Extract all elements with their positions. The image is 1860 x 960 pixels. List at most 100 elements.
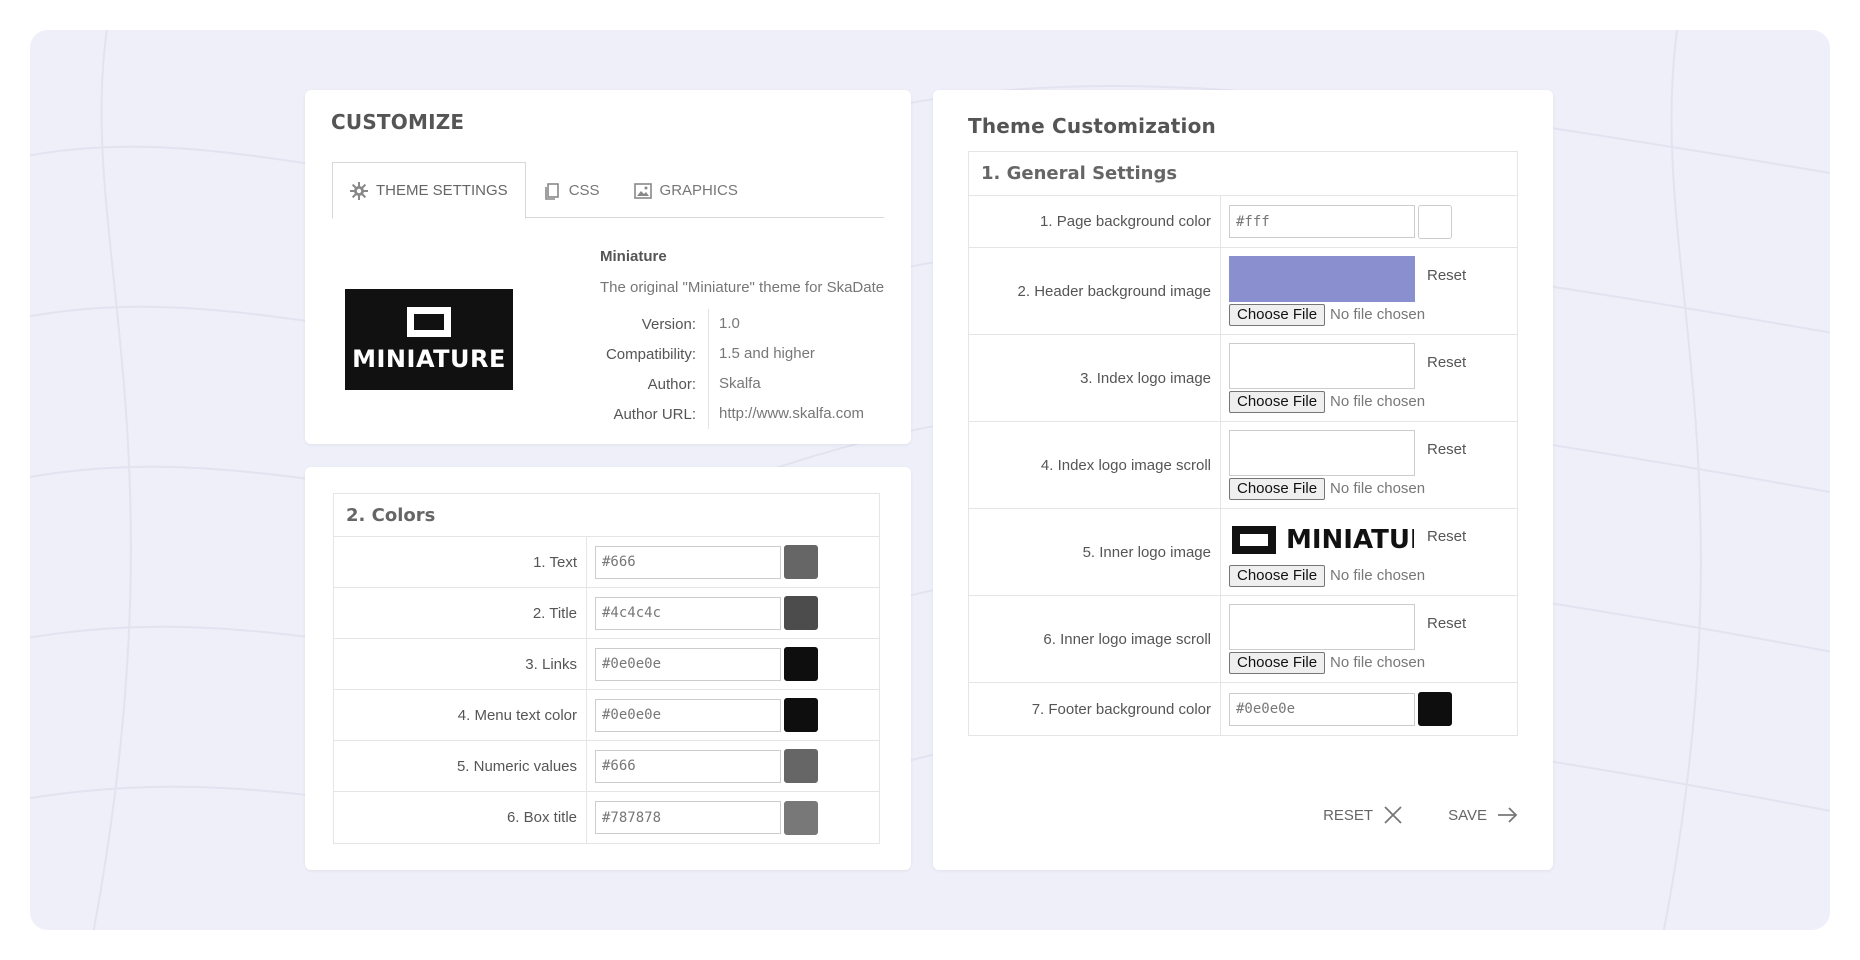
index-logo-scroll-row: 4. Index logo image scroll Reset Choose … xyxy=(969,422,1517,509)
setting-label: 2. Header background image xyxy=(969,248,1221,334)
color-label: 4. Menu text color xyxy=(334,690,587,740)
customize-title: CUSTOMIZE xyxy=(331,110,465,134)
page-bg-color-input[interactable]: #fff xyxy=(1229,205,1415,238)
color-row-links: 3. Links #0e0e0e xyxy=(334,639,879,690)
theme-customization-title: Theme Customization xyxy=(968,114,1216,138)
color-swatch[interactable] xyxy=(784,596,818,630)
save-label: SAVE xyxy=(1448,806,1487,824)
color-label: 6. Box title xyxy=(334,792,587,843)
page-bg-row: 1. Page background color #fff xyxy=(969,196,1517,248)
color-input-menu-text[interactable]: #0e0e0e xyxy=(595,698,781,732)
theme-name: Miniature xyxy=(600,248,667,265)
color-swatch[interactable] xyxy=(784,749,818,783)
file-status: No file chosen xyxy=(1330,393,1426,410)
color-row-numeric-values: 5. Numeric values #666 xyxy=(334,741,879,792)
copy-icon xyxy=(543,182,561,200)
meta-label: Author URL: xyxy=(613,405,696,423)
color-input-box-title[interactable]: #787878 xyxy=(595,801,781,834)
general-settings-heading: 1. General Settings xyxy=(969,152,1517,196)
reset-button[interactable]: RESET xyxy=(1323,805,1403,825)
reset-link[interactable]: Reset xyxy=(1427,615,1466,632)
color-row-title: 2. Title #4c4c4c xyxy=(334,588,879,639)
author-url-link[interactable]: http://www.skalfa.com xyxy=(708,399,864,429)
customize-panel: CUSTOMIZE THEME SETTINGS CSS GRAPHICS MI… xyxy=(305,90,911,444)
meta-value: 1.0 xyxy=(708,309,740,339)
colors-heading: 2. Colors xyxy=(334,494,879,537)
theme-description: The original "Miniature" theme for SkaDa… xyxy=(600,279,885,296)
setting-label: 6. Inner logo image scroll xyxy=(969,596,1221,682)
theme-meta: Version: 1.0 Compatibility: 1.5 and high… xyxy=(595,309,900,429)
close-icon xyxy=(1384,806,1402,824)
choose-file-button[interactable]: Choose File xyxy=(1229,564,1326,587)
wave-pattern xyxy=(30,30,1830,930)
color-swatch[interactable] xyxy=(784,545,818,579)
setting-label: 3. Index logo image xyxy=(969,335,1221,421)
tab-theme-settings[interactable]: THEME SETTINGS xyxy=(332,162,526,219)
tab-label: THEME SETTINGS xyxy=(376,182,508,199)
footer-bg-row: 7. Footer background color #0e0e0e xyxy=(969,683,1517,735)
inner-logo-scroll-row: 6. Inner logo image scroll Reset Choose … xyxy=(969,596,1517,683)
setting-label: 5. Inner logo image xyxy=(969,509,1221,595)
meta-label: Version: xyxy=(641,315,696,333)
footer-bg-color-input[interactable]: #0e0e0e xyxy=(1229,692,1415,726)
choose-file-button[interactable]: Choose File xyxy=(1229,390,1326,413)
color-swatch[interactable] xyxy=(784,647,818,681)
file-status: No file chosen xyxy=(1330,654,1426,671)
tab-label: CSS xyxy=(568,182,600,199)
meta-value: 1.5 and higher xyxy=(708,339,815,369)
color-label: 1. Text xyxy=(334,537,587,587)
setting-label: 4. Index logo image scroll xyxy=(969,422,1221,508)
colors-panel: 2. Colors 1. Text #666 2. Title #4c4c4c … xyxy=(305,467,911,870)
reset-label: RESET xyxy=(1323,806,1374,824)
reset-link[interactable]: Reset xyxy=(1427,441,1466,458)
color-label: 5. Numeric values xyxy=(334,741,587,791)
color-swatch[interactable] xyxy=(784,698,818,732)
meta-row-author-url: Author URL: http://www.skalfa.com xyxy=(595,399,900,429)
color-swatch[interactable] xyxy=(1418,204,1452,239)
meta-label: Author: xyxy=(647,375,696,393)
color-input-text[interactable]: #666 xyxy=(595,545,781,579)
customize-tabs: THEME SETTINGS CSS GRAPHICS xyxy=(332,162,884,219)
index-logo-preview xyxy=(1229,342,1415,389)
tab-css[interactable]: CSS xyxy=(526,162,617,219)
logo-text: MINIATURE xyxy=(352,344,506,373)
colors-table: 2. Colors 1. Text #666 2. Title #4c4c4c … xyxy=(333,493,880,844)
inner-logo-preview: MINIATURE xyxy=(1229,516,1415,563)
form-actions: RESET SAVE xyxy=(1278,805,1519,825)
choose-file-button[interactable]: Choose File xyxy=(1229,303,1326,326)
theme-customization-panel: Theme Customization 1. General Settings … xyxy=(933,90,1553,870)
arrow-right-icon xyxy=(1498,807,1518,823)
general-settings-table: 1. General Settings 1. Page background c… xyxy=(968,151,1518,736)
logo-text: MINIATURE xyxy=(1286,524,1414,555)
index-logo-row: 3. Index logo image Reset Choose File No … xyxy=(969,335,1517,422)
color-swatch[interactable] xyxy=(1418,692,1452,726)
theme-preview-logo: MINIATURE xyxy=(345,289,513,390)
color-input-numeric-values[interactable]: #666 xyxy=(595,749,781,783)
color-input-links[interactable]: #0e0e0e xyxy=(595,647,781,681)
color-swatch[interactable] xyxy=(784,800,818,835)
tab-graphics[interactable]: GRAPHICS xyxy=(617,162,755,219)
color-input-title[interactable]: #4c4c4c xyxy=(595,596,781,630)
logo-mark xyxy=(407,306,451,337)
meta-value: Skalfa xyxy=(708,369,761,399)
reset-link[interactable]: Reset xyxy=(1427,528,1466,545)
reset-link[interactable]: Reset xyxy=(1427,354,1466,371)
choose-file-button[interactable]: Choose File xyxy=(1229,651,1326,674)
setting-label: 7. Footer background color xyxy=(969,683,1221,735)
reset-link[interactable]: Reset xyxy=(1427,267,1466,284)
inner-logo-scroll-preview xyxy=(1229,603,1415,650)
save-button[interactable]: SAVE xyxy=(1448,805,1519,825)
file-status: No file chosen xyxy=(1330,567,1426,584)
color-row-box-title: 6. Box title #787878 xyxy=(334,792,879,843)
image-icon xyxy=(633,182,652,200)
color-label: 2. Title xyxy=(334,588,587,638)
choose-file-button[interactable]: Choose File xyxy=(1229,477,1326,500)
header-bg-image-row: 2. Header background image Reset Choose … xyxy=(969,248,1517,335)
index-logo-scroll-preview xyxy=(1229,429,1415,476)
color-label: 3. Links xyxy=(334,639,587,689)
file-status: No file chosen xyxy=(1330,480,1426,497)
color-row-menu-text: 4. Menu text color #0e0e0e xyxy=(334,690,879,741)
meta-row-author: Author: Skalfa xyxy=(595,369,900,399)
meta-row-version: Version: 1.0 xyxy=(595,309,900,339)
meta-row-compatibility: Compatibility: 1.5 and higher xyxy=(595,339,900,369)
